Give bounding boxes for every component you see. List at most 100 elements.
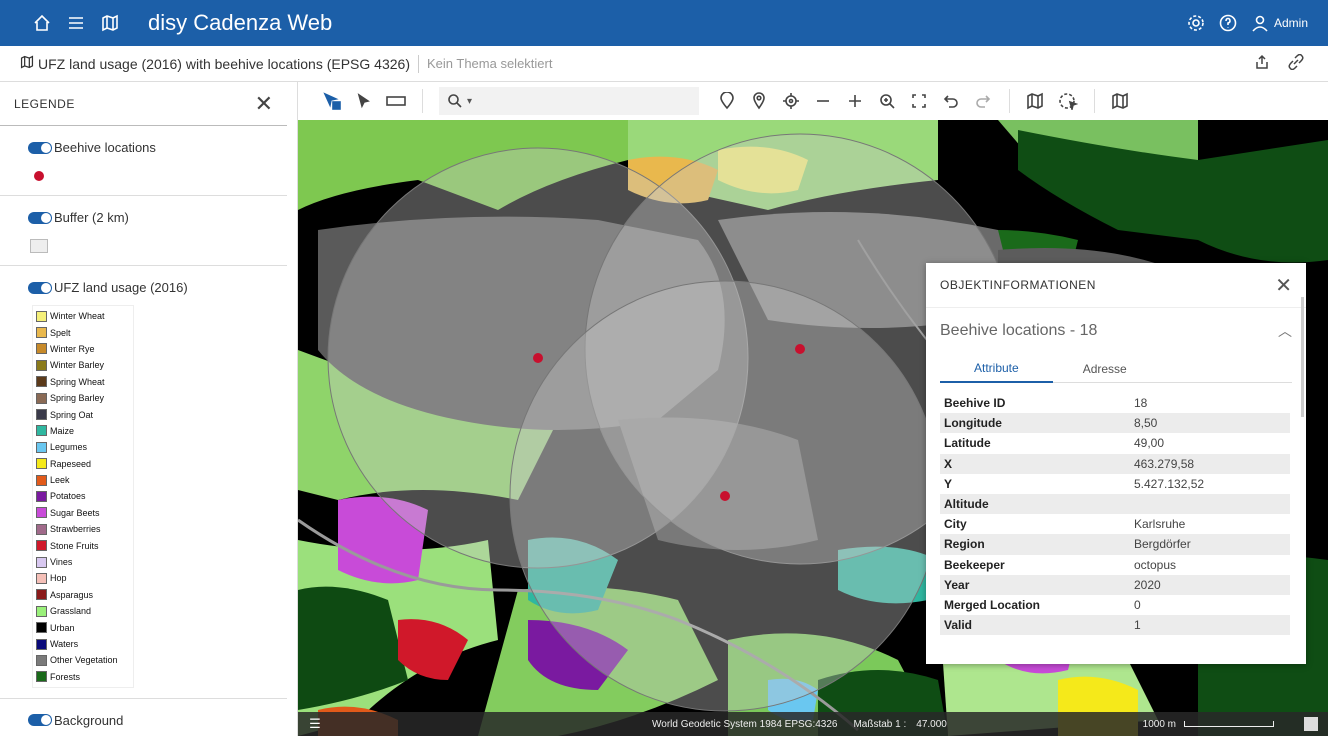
table-row: Latitude 49,00: [940, 433, 1290, 453]
class-label: Other Vegetation: [50, 655, 118, 666]
attribute-name: Year: [940, 574, 1130, 595]
class-label: Leek: [50, 475, 70, 486]
attribute-name: Latitude: [944, 436, 991, 451]
scale-value[interactable]: 47.000: [916, 719, 947, 730]
attribute-name: Region: [940, 534, 1130, 555]
topic-selector[interactable]: Kein Thema selektiert: [427, 56, 553, 71]
close-icon[interactable]: ✕: [255, 92, 273, 115]
export-icon[interactable]: [1254, 54, 1270, 73]
scrollbar[interactable]: [1301, 297, 1304, 417]
layer-toggle[interactable]: [28, 211, 52, 224]
pin-outline-icon[interactable]: [711, 87, 743, 115]
theme-title: UFZ land usage (2016) with beehive locat…: [38, 55, 410, 72]
zoom-in-icon[interactable]: [839, 87, 871, 115]
landuse-class-item: Maize: [33, 423, 133, 439]
attribute-value: 1: [1130, 615, 1290, 636]
help-icon[interactable]: [1218, 13, 1238, 33]
layer-label: Beehive locations: [54, 140, 156, 155]
landuse-class-item: Spring Barley: [33, 390, 133, 406]
landuse-class-item: Hop: [33, 570, 133, 586]
info-select-tool[interactable]: [316, 87, 348, 115]
class-label: Asparagus: [50, 589, 94, 600]
attribute-name: Valid: [940, 615, 1130, 636]
attribute-name: Longitude: [940, 413, 1130, 434]
class-swatch: [36, 327, 47, 339]
landuse-class-item: Grassland: [33, 603, 133, 619]
attribute-value: octopus: [1134, 557, 1177, 572]
class-swatch: [36, 654, 47, 666]
attribute-name: Beehive ID: [944, 396, 1006, 411]
locate-icon[interactable]: [775, 87, 807, 115]
table-row: Longitude 8,50: [940, 413, 1290, 434]
layer-buffer: Buffer (2 km): [0, 196, 287, 266]
table-row: Beehive ID 18: [940, 393, 1290, 413]
landuse-class-item: Winter Rye: [33, 341, 133, 357]
close-icon[interactable]: ✕: [1275, 273, 1292, 298]
class-label: Grassland: [50, 606, 92, 617]
location-pin-icon[interactable]: [743, 87, 775, 115]
select-area-icon[interactable]: [1052, 87, 1084, 115]
landuse-class-list: Winter Wheat Spelt Winter Rye Winter Barley…: [32, 305, 134, 688]
class-label: Hop: [50, 573, 67, 584]
map-icon[interactable]: [100, 13, 120, 33]
layer-toggle[interactable]: [28, 141, 52, 154]
map-status-bar: ☰ World Geodetic System 1984 EPSG:4326 M…: [298, 712, 1328, 736]
class-swatch: [36, 458, 47, 470]
legend-title: LEGENDE: [14, 96, 75, 111]
class-label: Spelt: [50, 327, 71, 338]
map-icon: [20, 55, 34, 72]
table-row: Merged Location 0: [940, 595, 1290, 615]
crs-label: World Geodetic System 1984 EPSG:4326: [652, 718, 838, 730]
landuse-class-item: Strawberries: [33, 521, 133, 537]
user-name[interactable]: Admin: [1274, 16, 1308, 30]
class-swatch: [36, 409, 47, 421]
class-swatch: [36, 572, 47, 584]
app-title: disy Cadenza Web: [148, 10, 333, 35]
class-swatch: [36, 310, 47, 322]
scale-bar: [1184, 721, 1274, 727]
fullscreen-icon[interactable]: [903, 87, 935, 115]
link-icon[interactable]: [1288, 53, 1304, 73]
chevron-up-icon[interactable]: ︿: [1278, 321, 1292, 341]
divider: [1009, 89, 1010, 113]
info-tabs: Attribute Adresse: [940, 355, 1292, 383]
class-label: Potatoes: [50, 491, 86, 502]
zoom-out-icon[interactable]: [807, 87, 839, 115]
buffer-symbol: [30, 239, 48, 253]
user-icon[interactable]: [1250, 13, 1270, 33]
home-icon[interactable]: [32, 13, 52, 33]
overview-toggle-icon[interactable]: [1304, 717, 1318, 731]
class-label: Legumes: [50, 442, 88, 453]
feature-header[interactable]: Beehive locations - 18 ︿: [926, 307, 1306, 353]
measure-tool[interactable]: [380, 87, 412, 115]
redo-icon[interactable]: [967, 87, 999, 115]
tab-attribute[interactable]: Attribute: [940, 355, 1053, 383]
menu-icon[interactable]: [66, 13, 86, 33]
class-swatch: [36, 638, 47, 650]
gear-icon[interactable]: [1186, 13, 1206, 33]
layer-toggle[interactable]: [28, 714, 52, 727]
attribute-name: Beekeeper: [944, 557, 1005, 572]
beehive-point: [795, 344, 805, 354]
select-tool[interactable]: [348, 87, 380, 115]
table-row: X 463.279,58: [940, 453, 1290, 474]
class-swatch: [36, 474, 47, 486]
search-input[interactable]: ▾: [439, 87, 699, 115]
class-swatch: [36, 425, 47, 437]
class-label: Forests: [50, 671, 81, 682]
tab-adresse[interactable]: Adresse: [1053, 355, 1157, 383]
landuse-class-item: Waters: [33, 636, 133, 652]
class-label: Sugar Beets: [50, 507, 100, 518]
map-layers-icon[interactable]: [1020, 87, 1052, 115]
undo-icon[interactable]: [935, 87, 967, 115]
overview-map-icon[interactable]: [1105, 87, 1137, 115]
object-info-panel: OBJEKTINFORMATIONEN ✕ Beehive locations …: [926, 263, 1306, 664]
zoom-tool-icon[interactable]: [871, 87, 903, 115]
landuse-class-item: Potatoes: [33, 488, 133, 504]
layer-toggle[interactable]: [28, 281, 52, 294]
attribute-value: 2020: [1130, 574, 1290, 595]
layer-background: Background: [0, 699, 287, 728]
list-icon[interactable]: ☰: [298, 716, 332, 732]
attribute-value: Bergdörfer: [1130, 534, 1290, 555]
attribute-value: 18: [1134, 396, 1148, 411]
